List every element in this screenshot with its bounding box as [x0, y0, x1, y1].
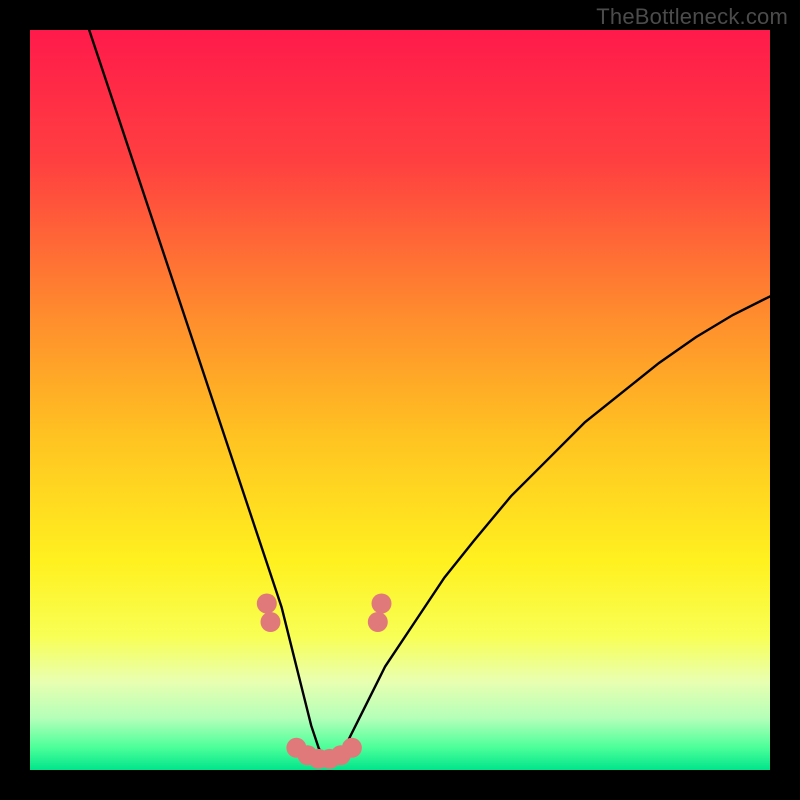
gradient-background: [30, 30, 770, 770]
highlight-dot: [261, 612, 281, 632]
bottleneck-plot: [0, 0, 800, 800]
highlight-dot: [368, 612, 388, 632]
highlight-dot: [372, 594, 392, 614]
chart-frame: TheBottleneck.com: [0, 0, 800, 800]
highlight-dot: [257, 594, 277, 614]
highlight-dot: [342, 738, 362, 758]
watermark-text: TheBottleneck.com: [596, 4, 788, 30]
